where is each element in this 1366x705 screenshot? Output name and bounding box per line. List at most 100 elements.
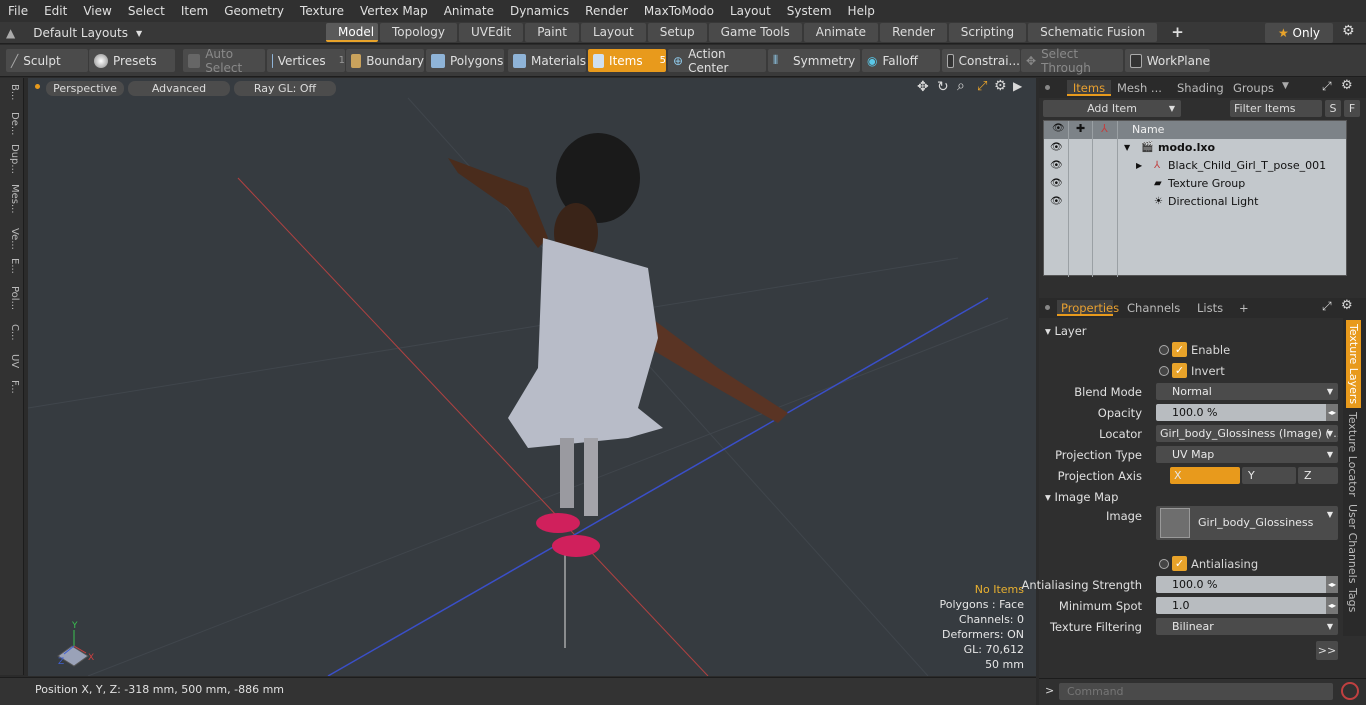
tab-scripting[interactable]: Scripting [948,23,1027,42]
projection-axis-x[interactable]: X [1170,467,1240,484]
menu-dynamics[interactable]: Dynamics [502,0,577,22]
left-tab-2[interactable]: Dup... [4,144,20,174]
eye-icon[interactable]: 👁 [1050,139,1063,157]
left-tab-7[interactable]: C... [4,324,20,341]
menu-select[interactable]: Select [120,0,173,22]
view-type-button[interactable]: Perspective [46,81,124,96]
gear-icon[interactable]: ⚙ [1342,23,1355,39]
tab-channels[interactable]: Channels [1123,300,1184,316]
move-icon[interactable]: ✥ [917,79,929,95]
tab-uvedit[interactable]: UVEdit [459,23,524,42]
items-button[interactable]: Items 5 [588,49,666,72]
3d-viewport[interactable]: Y X Z Perspective Advanced Ray GL: Off ✥… [28,78,1036,676]
panel-gear-icon[interactable]: ⚙ [1341,78,1353,93]
falloff-button[interactable]: ◉ Falloff [862,49,940,72]
eye-icon[interactable]: 👁 [1050,193,1063,211]
expand-arrow-icon[interactable]: ▼ [1124,139,1130,157]
left-tab-6[interactable]: Pol... [4,286,20,310]
vtab-texture-locator[interactable]: Texture Locator [1346,412,1359,497]
raygl-button[interactable]: Ray GL: Off [234,81,336,96]
tab-items[interactable]: Items [1067,80,1111,96]
filter-items-input[interactable]: Filter Items [1230,100,1322,117]
antialiasing-checkbox[interactable]: ✓ [1172,556,1187,571]
menu-animate[interactable]: Animate [436,0,502,22]
blend-mode-select[interactable]: Normal ▼ [1156,383,1338,400]
projection-axis-y[interactable]: Y [1242,467,1296,484]
left-tab-1[interactable]: De... [4,112,20,135]
panel-gear-icon[interactable]: ⚙ [1341,298,1353,313]
tab-topology[interactable]: Topology [380,23,457,42]
add-panel-tab-button[interactable]: + [1235,300,1253,316]
min-spot-slider[interactable]: 1.0 ◂▸ [1156,597,1338,614]
f-button[interactable]: F [1344,100,1360,117]
item-row-mesh[interactable]: 👁 ▶ ⅄ Black_Child_Girl_T_pose_001 [1044,157,1348,175]
eye-icon[interactable]: 👁 [1050,175,1063,193]
viewport-gear-icon[interactable]: ⚙ [994,78,1007,94]
vtab-texture-layers[interactable]: Texture Layers [1346,320,1361,409]
texture-filtering-select[interactable]: Bilinear ▼ [1156,618,1338,635]
enable-checkbox[interactable]: ✓ [1172,342,1187,357]
menu-texture[interactable]: Texture [292,0,352,22]
image-map-section[interactable]: ▾ Image Map [1045,490,1118,504]
select-through-button[interactable]: ✥ Select Through [1021,47,1123,75]
tab-shading[interactable]: Shading [1173,80,1228,96]
menu-geometry[interactable]: Geometry [216,0,292,22]
menu-system[interactable]: System [779,0,840,22]
vtab-user-channels[interactable]: User Channels [1346,504,1359,583]
invert-checkbox[interactable]: ✓ [1172,363,1187,378]
tab-setup[interactable]: Setup [647,23,707,42]
s-button[interactable]: S [1325,100,1341,117]
left-tab-9[interactable]: F... [4,380,20,394]
tab-schematic-fusion[interactable]: Schematic Fusion [1028,23,1158,42]
constraints-button[interactable]: Constrai... [942,49,1020,72]
tab-layout[interactable]: Layout [580,23,646,42]
tab-mesh[interactable]: Mesh ... [1113,80,1166,96]
auto-select-button[interactable]: Auto Select [183,47,265,75]
presets-button[interactable]: Presets [89,49,175,72]
left-tab-5[interactable]: E... [4,258,20,274]
play-icon[interactable]: ▶ [1013,79,1022,93]
zoom-icon[interactable]: ⌕ [957,78,965,94]
action-center-button[interactable]: ⊕ Action Center [668,47,766,75]
add-item-button[interactable]: Add Item ▼ [1043,100,1181,117]
left-tab-4[interactable]: Ve... [4,228,20,250]
workplane-button[interactable]: WorkPlane [1125,49,1210,72]
item-row-texture-group[interactable]: 👁 ▰ Texture Group [1044,175,1348,193]
advanced-button[interactable]: Advanced [128,81,230,96]
tab-paint[interactable]: Paint [525,23,579,42]
polygons-button[interactable]: Polygons [426,49,504,72]
locator-select[interactable]: Girl_body_Glossiness (Image) ( ... ▼ [1156,425,1338,442]
item-row-scene[interactable]: 👁 ▼ 🎬 modo.lxo [1044,139,1348,157]
collapse-arrow-icon[interactable]: ▶ [1136,157,1142,175]
opacity-slider[interactable]: 100.0 % ◂▸ [1156,404,1338,421]
tab-game-tools[interactable]: Game Tools [708,23,802,42]
character-model[interactable] [448,133,788,557]
layout-dropdown[interactable]: ▲ Default Layouts ▼ [6,22,142,44]
tab-groups[interactable]: Groups [1229,80,1278,96]
tab-properties[interactable]: Properties [1057,300,1119,316]
layer-section[interactable]: ▾ Layer [1045,324,1087,338]
image-select[interactable]: Girl_body_Glossiness ▼ [1156,506,1338,540]
more-button[interactable]: >> [1316,641,1338,660]
aa-strength-slider[interactable]: 100.0 % ◂▸ [1156,576,1338,593]
command-input[interactable] [1059,683,1333,700]
symmetry-button[interactable]: ⫴ Symmetry [768,49,860,72]
tab-render[interactable]: Render [880,23,947,42]
menu-view[interactable]: View [75,0,119,22]
record-icon[interactable] [1341,682,1359,700]
rotate-icon[interactable]: ↻ [937,79,949,95]
left-tab-8[interactable]: UV [4,354,20,368]
menu-render[interactable]: Render [577,0,636,22]
vtab-tags[interactable]: Tags [1346,588,1359,612]
eye-icon[interactable]: 👁 [1050,157,1063,175]
panel-expand-icon[interactable]: ⤢ [1322,79,1332,94]
materials-button[interactable]: Materials [508,49,586,72]
menu-maxtomodo[interactable]: MaxToModo [636,0,722,22]
menu-layout[interactable]: Layout [722,0,779,22]
menu-item[interactable]: Item [173,0,216,22]
projection-axis-z[interactable]: Z [1298,467,1338,484]
boundary-button[interactable]: Boundary [346,49,424,72]
item-row-light[interactable]: 👁 ☀ Directional Light [1044,193,1348,211]
tabs-dropdown-icon[interactable]: ▼ [1282,81,1289,91]
left-tab-3[interactable]: Mes... [4,184,20,214]
